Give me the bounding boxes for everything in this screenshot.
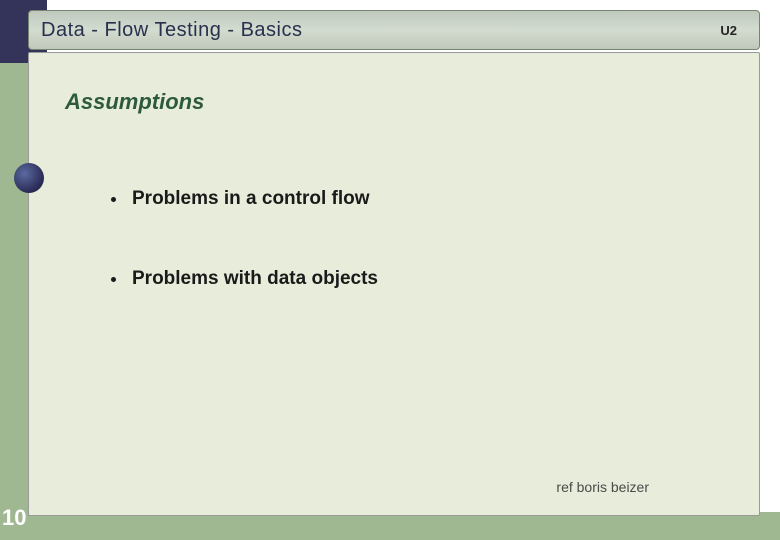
slide-content-panel: Assumptions Problems in a control flow P… — [28, 52, 760, 516]
list-item-text: Problems in a control flow — [132, 188, 370, 210]
unit-tag: U2 — [720, 23, 737, 38]
slide-header-bar: Data - Flow Testing - Basics U2 — [28, 10, 760, 50]
list-item: Problems in a control flow — [111, 188, 370, 210]
slide-title: Data - Flow Testing - Basics — [41, 19, 303, 42]
footer-reference: ref boris beizer — [556, 479, 649, 495]
bullet-icon — [111, 197, 116, 202]
section-heading: Assumptions — [65, 89, 204, 115]
bottom-background-stripe — [47, 512, 780, 540]
slide-number: 10 — [2, 505, 26, 531]
bullet-sphere-icon — [14, 163, 44, 193]
list-item-text: Problems with data objects — [132, 268, 378, 290]
list-item: Problems with data objects — [111, 268, 378, 290]
bullet-icon — [111, 277, 116, 282]
